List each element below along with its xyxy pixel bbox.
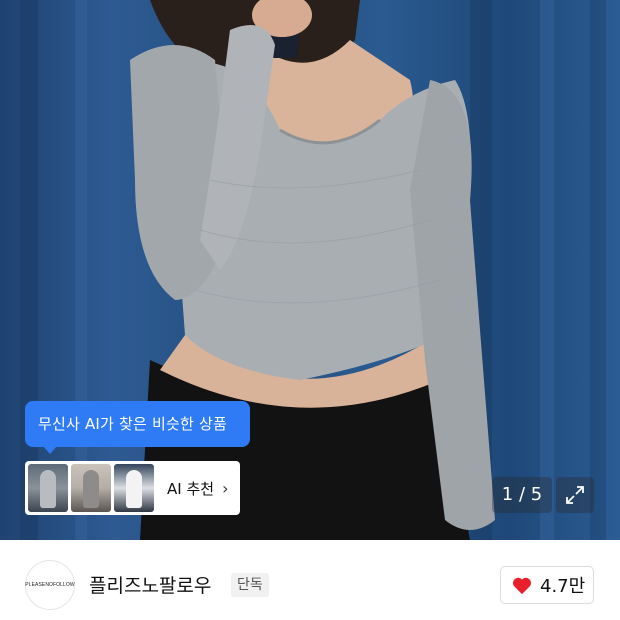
recommend-thumbnail-1[interactable]: [28, 464, 68, 512]
brand-like-button[interactable]: 4.7만: [500, 566, 594, 604]
brand-logo-text: PLEASENOFOLLOW: [25, 582, 75, 588]
brand-bar: PLEASENOFOLLOW 플리즈노팔로우 단독 4.7만: [0, 540, 620, 620]
expand-icon[interactable]: [556, 477, 594, 513]
ai-recommend-card[interactable]: AI 추천 ›: [25, 461, 240, 515]
image-pager: 1 / 5: [492, 477, 552, 513]
recommend-thumbnail-3[interactable]: [114, 464, 154, 512]
product-image-carousel[interactable]: 무신사 AI가 찾은 비슷한 상품 AI 추천 › 1 / 5: [0, 0, 620, 540]
exclusive-badge: 단독: [231, 573, 269, 597]
ai-similar-items-tooltip[interactable]: 무신사 AI가 찾은 비슷한 상품: [25, 401, 250, 454]
brand-logo[interactable]: PLEASENOFOLLOW: [25, 560, 75, 610]
heart-icon: [512, 577, 532, 595]
product-photo: [20, 0, 606, 540]
ai-recommend-label: AI 추천: [167, 479, 215, 498]
chevron-right-icon: ›: [222, 478, 229, 498]
like-count: 4.7만: [540, 576, 586, 597]
brand-name[interactable]: 플리즈노팔로우: [89, 571, 211, 598]
recommend-thumbnail-2[interactable]: [71, 464, 111, 512]
